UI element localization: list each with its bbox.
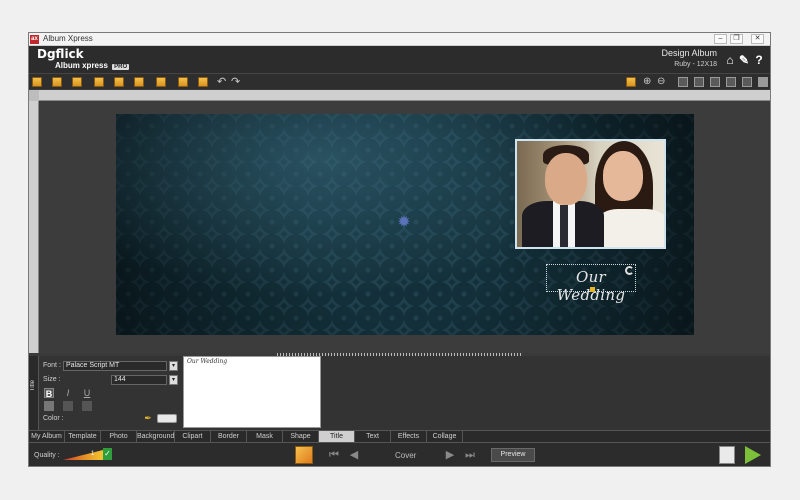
minimize-button[interactable]: –: [714, 34, 727, 44]
title-preview: Our Wedding: [183, 356, 321, 428]
open-folder-icon[interactable]: [51, 76, 64, 88]
rotate-icon[interactable]: [177, 76, 190, 88]
move-icon[interactable]: [741, 76, 754, 88]
layers-icon[interactable]: [133, 76, 146, 88]
arrange-icon[interactable]: [155, 76, 168, 88]
align-left-icon[interactable]: [44, 401, 54, 411]
workspace: ✹ Our Wedding: [40, 101, 770, 353]
title-element[interactable]: Our Wedding: [546, 264, 636, 304]
bottom-tabs: My Album Template Photo Background Clipa…: [29, 430, 770, 443]
product-label: Album xpress: [55, 61, 108, 70]
font-dropdown-icon[interactable]: ▾: [169, 361, 178, 371]
help-icon[interactable]: ?: [753, 53, 765, 67]
zoom-in-icon[interactable]: ⊕: [643, 76, 656, 88]
prev-page-icon[interactable]: ◀: [349, 449, 359, 461]
font-select[interactable]: Palace Script MT: [63, 361, 167, 371]
quality-value: 1: [91, 451, 95, 457]
auto-layout-icon[interactable]: [295, 446, 313, 464]
wrench-icon[interactable]: ✎: [738, 53, 750, 67]
product-name: Album xpress PRO: [55, 61, 130, 70]
couple-photo[interactable]: [515, 139, 666, 249]
gear-icon[interactable]: ✹: [397, 215, 411, 231]
center-icon[interactable]: [757, 76, 770, 88]
redo-icon[interactable]: ↷: [231, 76, 244, 88]
size-select[interactable]: 144: [111, 375, 167, 385]
export-icon[interactable]: [113, 76, 126, 88]
grid-dense-icon[interactable]: [693, 76, 706, 88]
ruler-vertical[interactable]: [29, 101, 39, 353]
pro-badge: PRO: [112, 64, 130, 70]
page-label: Cover: [395, 451, 417, 460]
brand-logo: Dgflick: [37, 47, 84, 61]
photo-detail: [597, 209, 664, 247]
quality-label: Quality :: [34, 452, 60, 459]
first-page-icon[interactable]: ⏮: [329, 449, 339, 461]
zoom-out-icon[interactable]: ⊖: [657, 76, 670, 88]
folder-icon[interactable]: [93, 76, 106, 88]
move-handle[interactable]: [590, 287, 595, 292]
paint-icon[interactable]: [625, 76, 638, 88]
italic-button[interactable]: I: [63, 388, 73, 398]
section-title: Design Album: [661, 48, 717, 58]
album-canvas[interactable]: ✹ Our Wedding: [116, 114, 694, 335]
photo-detail: [545, 153, 587, 205]
size-dropdown-icon[interactable]: ▾: [169, 375, 178, 385]
quality-meter: [63, 450, 103, 460]
panel-side-tab[interactable]: Title: [29, 356, 39, 430]
rotate-handle-icon[interactable]: [625, 266, 634, 275]
last-page-icon[interactable]: ⏭: [465, 449, 475, 461]
album-spec: Ruby - 12X18: [674, 61, 717, 68]
lock-icon[interactable]: [31, 76, 44, 88]
size-label: Size :: [43, 376, 61, 383]
window-title: Album Xpress: [43, 34, 93, 43]
home-icon[interactable]: ⌂: [724, 53, 736, 67]
check-icon: ✓: [103, 448, 112, 460]
columns-icon[interactable]: [709, 76, 722, 88]
next-page-icon[interactable]: ▶: [445, 449, 455, 461]
photo-detail: [603, 151, 643, 201]
eyedropper-icon[interactable]: ✒: [143, 413, 153, 423]
preview-text: Our Wedding: [187, 358, 228, 365]
grid-icon[interactable]: [677, 76, 690, 88]
align-right-icon[interactable]: [82, 401, 92, 411]
ruler-horizontal[interactable]: [39, 90, 770, 101]
bold-button[interactable]: B: [44, 388, 54, 399]
color-swatch[interactable]: [157, 414, 177, 423]
close-button[interactable]: ✕: [751, 34, 764, 44]
toolbar: ↶ ↷ ⊕ ⊖: [29, 73, 770, 89]
status-bar: Quality : 1 ✓ ⏮ ◀ Cover ▶ ⏭ Preview: [29, 442, 770, 466]
fit-icon[interactable]: [725, 76, 738, 88]
maximize-button[interactable]: ❐: [730, 34, 743, 44]
app-header: Dgflick Album xpress PRO Design Album Ru…: [29, 46, 770, 73]
title-text[interactable]: Our Wedding: [547, 268, 635, 304]
app-icon: ax: [30, 35, 39, 44]
next-arrow-icon[interactable]: [745, 446, 761, 464]
edit-icon[interactable]: [197, 76, 210, 88]
preview-button[interactable]: Preview: [491, 448, 535, 462]
app-window: ax Album Xpress – ❐ ✕ Dgflick Album xpre…: [28, 32, 771, 467]
color-label: Color :: [43, 415, 64, 422]
undo-icon[interactable]: ↶: [217, 76, 230, 88]
align-center-icon[interactable]: [63, 401, 73, 411]
save-icon[interactable]: [71, 76, 84, 88]
photo-detail: [560, 205, 568, 247]
title-bar: ax Album Xpress – ❐ ✕: [29, 33, 770, 46]
font-label: Font :: [43, 362, 61, 369]
underline-button[interactable]: U: [82, 388, 92, 398]
ruler-corner: [29, 90, 39, 101]
panel-side-label: Title: [30, 380, 36, 392]
title-properties-panel: Title Font : Palace Script MT ▾ Size : 1…: [29, 356, 770, 430]
print-icon[interactable]: [719, 446, 735, 464]
